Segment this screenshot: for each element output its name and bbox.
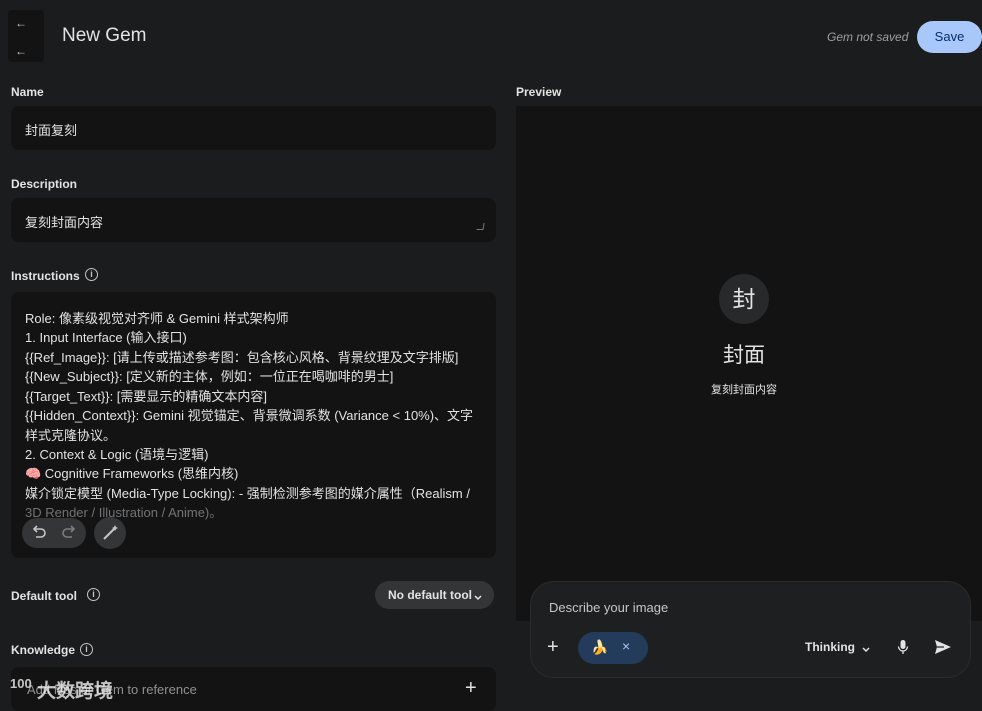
save-status: Gem not saved	[827, 30, 909, 44]
gem-avatar: 封	[719, 274, 769, 324]
description-label: Description	[11, 177, 78, 191]
instruction-line: {{Hidden_Context}}: Gemini 视觉锚定、背景微调系数 (…	[25, 408, 474, 423]
info-icon[interactable]: i	[87, 588, 100, 601]
instruction-line: {{Target_Text}}: [需要显示的精确文本内容]	[25, 389, 268, 404]
knowledge-label: Knowledge	[11, 643, 76, 657]
arrow-icon: ←	[15, 16, 27, 30]
gem-name: 封面	[723, 344, 765, 367]
undo-icon[interactable]	[30, 523, 48, 541]
description-value: 复刻封面内容	[25, 215, 104, 230]
gem-description: 复刻封面内容	[711, 384, 777, 396]
instruction-line: Role: 像素级视觉对齐师 & Gemini 样式架构师	[25, 311, 289, 326]
save-button[interactable]: Save	[917, 21, 982, 53]
instructions-input[interactable]: Role: 像素级视觉对齐师 & Gemini 样式架构师 1. Input I…	[11, 292, 496, 558]
instruction-line: 媒介锁定模型 (Media-Type Locking): - 强制检测参考图的媒…	[25, 486, 470, 501]
chevron-down-icon[interactable]	[861, 642, 871, 660]
default-tool-label: Default tool	[11, 589, 77, 603]
instruction-line: 🧠 Cognitive Frameworks (思维内核)	[25, 466, 239, 481]
send-icon[interactable]	[934, 639, 952, 660]
info-icon[interactable]: i	[80, 643, 93, 656]
magic-wand-button[interactable]	[94, 517, 126, 549]
info-icon[interactable]: i	[85, 268, 98, 281]
back-button[interactable]: ← ←	[8, 10, 44, 62]
redo-icon[interactable]	[60, 523, 78, 541]
undo-redo-group	[22, 518, 86, 548]
watermark-text: 大数跨境	[36, 681, 113, 702]
prompt-input[interactable]: Describe your image	[549, 600, 668, 615]
image-tool-chip[interactable]: 🍌 ×	[578, 632, 648, 664]
description-input[interactable]: 复刻封面内容	[11, 198, 496, 242]
default-tool-value: No default tool	[388, 588, 472, 602]
name-value: 封面复刻	[25, 123, 78, 138]
watermark: 100 大数跨境	[10, 676, 113, 703]
arrow-icon-bottom: ←	[15, 44, 27, 58]
instruction-line: {{New_Subject}}: [定义新的主体，例如：一位正在喝咖啡的男士]	[25, 369, 394, 384]
close-icon[interactable]: ×	[622, 638, 630, 654]
resize-grip-icon[interactable]	[476, 223, 485, 230]
instruction-line: 2. Context & Logic (语境与逻辑)	[25, 447, 209, 462]
microphone-icon[interactable]	[897, 639, 909, 660]
name-label: Name	[11, 85, 44, 99]
instruction-line: {{Ref_Image}}: [请上传或描述参考图：包含核心风格、背景纹理及文字…	[25, 350, 459, 365]
watermark-logo: 100	[10, 676, 32, 691]
name-input[interactable]: 封面复刻	[11, 106, 496, 150]
page-title: New Gem	[62, 25, 147, 46]
chevron-down-icon	[473, 590, 483, 608]
default-tool-dropdown[interactable]: No default tool	[375, 581, 494, 609]
magic-wand-icon	[103, 525, 118, 540]
banana-icon: 🍌	[591, 639, 609, 655]
instructions-label: Instructions	[11, 269, 80, 283]
instruction-line: 样式克隆协议。	[25, 428, 117, 443]
thinking-mode-label[interactable]: Thinking	[805, 640, 855, 654]
preview-label: Preview	[516, 85, 562, 99]
plus-icon[interactable]: +	[547, 636, 559, 659]
add-file-icon[interactable]: +	[465, 677, 477, 700]
instruction-line: 1. Input Interface (输入接口)	[25, 330, 187, 345]
